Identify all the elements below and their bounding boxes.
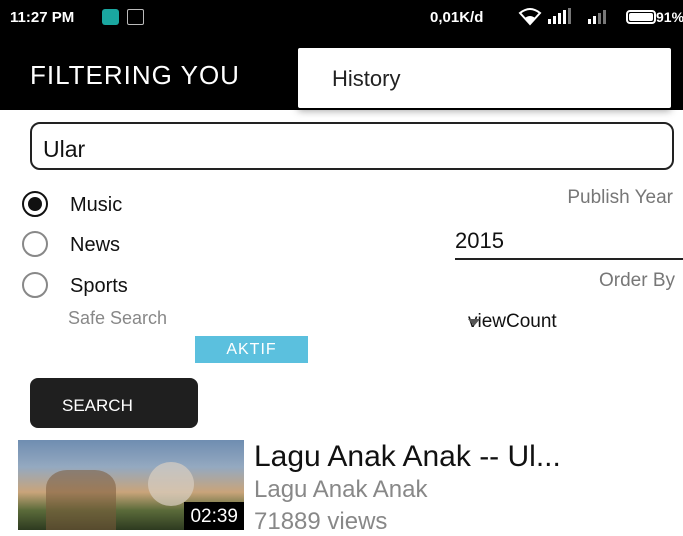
publish-year-value: 2015 bbox=[455, 228, 504, 253]
radio-news[interactable]: News bbox=[22, 231, 192, 261]
menu-item-history[interactable]: History bbox=[332, 66, 400, 92]
publish-year-field[interactable]: 2015 bbox=[455, 228, 683, 260]
page-title: FILTERING YOU bbox=[30, 60, 240, 90]
publish-year-label: Publish Year bbox=[567, 187, 673, 208]
signal-icon bbox=[548, 8, 578, 28]
safe-search-label: Safe Search bbox=[68, 308, 168, 328]
status-time: 11:27 PM bbox=[10, 9, 75, 26]
video-channel: Lagu Anak Anak bbox=[254, 476, 428, 503]
search-input[interactable]: Ular bbox=[30, 122, 674, 170]
radio-label: News bbox=[70, 234, 121, 256]
radio-music[interactable]: Music bbox=[22, 191, 192, 221]
radio-button-icon bbox=[22, 272, 48, 298]
notification-app-icon bbox=[102, 9, 119, 25]
radio-label: Sports bbox=[70, 275, 128, 297]
video-duration: 02:39 bbox=[184, 502, 244, 530]
order-by-label: Order By bbox=[598, 270, 675, 291]
overflow-menu: History bbox=[298, 48, 671, 108]
network-speed: 0,01K/d bbox=[430, 9, 484, 26]
video-thumbnail[interactable]: 02:39 bbox=[18, 440, 244, 530]
wifi-icon bbox=[518, 4, 542, 32]
dropdown-arrow-icon bbox=[468, 319, 480, 326]
signal-icon bbox=[588, 8, 618, 28]
safe-search-toggle[interactable]: AKTIF bbox=[195, 336, 308, 363]
order-by-value: viewCount bbox=[468, 311, 557, 332]
battery-icon bbox=[626, 10, 656, 24]
video-views: 71889 views bbox=[254, 508, 388, 535]
status-bar: 11:27 PM 0,01K/d 91% bbox=[0, 0, 683, 38]
search-button[interactable]: SEARCH bbox=[30, 378, 198, 428]
order-by-select[interactable]: viewCount bbox=[468, 311, 683, 337]
list-item[interactable]: 02:39 Lagu Anak Anak -- Ul... Lagu Anak … bbox=[18, 440, 683, 535]
radio-sports[interactable]: Sports bbox=[22, 272, 192, 302]
video-title: Lagu Anak Anak -- Ul... bbox=[254, 440, 561, 473]
message-icon bbox=[127, 9, 144, 25]
radio-button-icon bbox=[22, 231, 48, 257]
radio-label: Music bbox=[70, 194, 123, 216]
battery-level: 91% bbox=[656, 9, 683, 25]
radio-button-icon bbox=[22, 191, 48, 217]
